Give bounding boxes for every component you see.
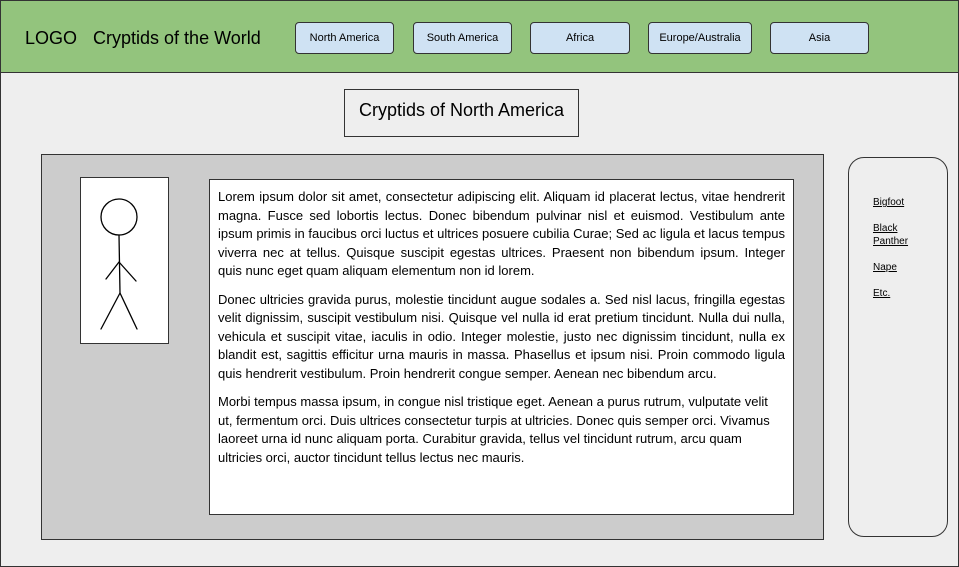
sidebar-link-nape[interactable]: Nape: [873, 262, 933, 275]
sidebar-link-black-panther[interactable]: Black Panther: [873, 223, 933, 248]
site-title: Cryptids of the World: [93, 28, 261, 48]
nav-button-north-america[interactable]: North America: [295, 22, 394, 54]
nav-button-africa[interactable]: Africa: [530, 22, 630, 54]
nav-button-south-america[interactable]: South America: [413, 22, 512, 54]
logo[interactable]: LOGO: [25, 28, 77, 48]
page-title: Cryptids of North America: [344, 89, 579, 137]
sidebar-link-etc[interactable]: Etc.: [873, 288, 933, 301]
cryptid-image: [80, 177, 169, 344]
page-frame: LOGO Cryptids of the World North America…: [0, 0, 959, 567]
cryptid-sidebar: Bigfoot Black Panther Nape Etc.: [848, 157, 948, 537]
nav-button-asia[interactable]: Asia: [770, 22, 869, 54]
header-bar: LOGO Cryptids of the World North America…: [1, 1, 958, 73]
article-paragraph-1: Lorem ipsum dolor sit amet, consectetur …: [218, 189, 785, 278]
nav-button-europe-australia[interactable]: Europe/Australia: [648, 22, 752, 54]
article-text: Lorem ipsum dolor sit amet, consectetur …: [209, 179, 794, 515]
article-paragraph-3: Morbi tempus massa ipsum, in congue nisl…: [218, 394, 770, 465]
brand: LOGO Cryptids of the World: [25, 28, 261, 49]
sidebar-link-bigfoot[interactable]: Bigfoot: [873, 197, 933, 210]
stick-figure-icon: [100, 198, 138, 330]
article-paragraph-2: Donec ultricies gravida purus, molestie …: [218, 291, 785, 381]
